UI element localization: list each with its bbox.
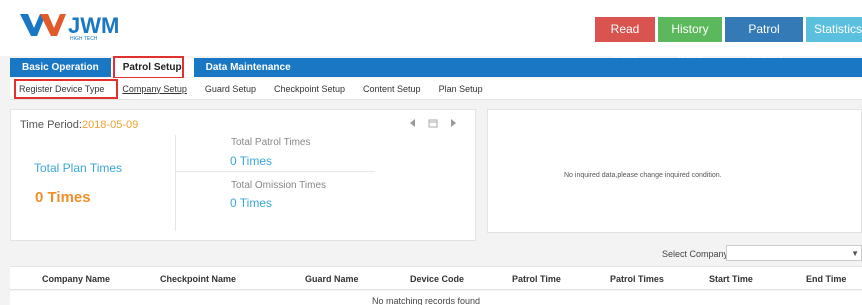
- subtab-content-setup[interactable]: Content Setup: [354, 84, 430, 94]
- col-guard-name[interactable]: Guard Name: [305, 274, 359, 284]
- select-company-label: Select Company: [662, 249, 729, 259]
- patrol-report-button[interactable]: Patrol Report: [725, 17, 803, 61]
- plan-times-value: 0 Times: [35, 189, 91, 206]
- horizontal-divider: [175, 171, 375, 172]
- tab-basic-operation[interactable]: Basic Operation: [10, 58, 111, 77]
- highlight-box-subtab: [14, 79, 118, 99]
- company-select[interactable]: ▼: [726, 245, 862, 261]
- jwm-logo: JWM HIGH TECH: [20, 13, 118, 42]
- omission-times-title: Total Omission Times: [231, 180, 327, 191]
- subtab-checkpoint-setup[interactable]: Checkpoint Setup: [265, 84, 354, 94]
- tab-data-maintenance[interactable]: Data Maintenance: [194, 58, 303, 77]
- col-company-name[interactable]: Company Name: [42, 274, 110, 284]
- summary-panel: Time Period:2018-05-09 Total Plan Times …: [10, 109, 476, 241]
- date-navigator: [407, 117, 459, 129]
- vertical-divider: [175, 135, 176, 231]
- col-patrol-time[interactable]: Patrol Time: [512, 274, 561, 284]
- time-period-date: 2018-05-09: [81, 119, 139, 131]
- time-period: Time Period:2018-05-09: [20, 119, 138, 131]
- brand-name: JWM: [68, 13, 118, 38]
- header: JWM HIGH TECH Read Data History Data Pat…: [0, 0, 862, 61]
- time-period-label: Time Period:: [20, 119, 82, 131]
- statistics-button[interactable]: Statistics: [806, 17, 862, 42]
- subtab-company-setup[interactable]: Company Setup: [113, 84, 196, 94]
- chevron-down-icon: ▼: [851, 249, 859, 258]
- col-device-code[interactable]: Device Code: [410, 274, 464, 284]
- read-data-button[interactable]: Read Data: [595, 17, 655, 61]
- empty-table-message: No matching records found: [372, 296, 481, 305]
- subtab-guard-setup[interactable]: Guard Setup: [196, 84, 265, 94]
- top-button-group: Read Data History Data Patrol Report Sta…: [595, 17, 862, 61]
- no-data-message: No inquired data,please change inquired …: [564, 172, 722, 179]
- col-start-time[interactable]: Start Time: [709, 274, 753, 284]
- patrol-times-title: Total Patrol Times: [231, 137, 311, 148]
- col-checkpoint-name[interactable]: Checkpoint Name: [160, 274, 236, 284]
- calendar-icon[interactable]: [427, 117, 439, 129]
- subtab-plan-setup[interactable]: Plan Setup: [430, 84, 492, 94]
- omission-times-value: 0 Times: [230, 196, 273, 210]
- plan-times-title: Total Plan Times: [34, 161, 123, 175]
- history-data-button[interactable]: History Data: [658, 17, 722, 61]
- chart-panel: No inquired data,please change inquired …: [487, 109, 862, 233]
- prev-arrow-icon[interactable]: [407, 117, 419, 129]
- col-patrol-times[interactable]: Patrol Times: [610, 274, 664, 284]
- highlight-box-tab: [113, 56, 184, 79]
- table-body: No matching records found: [10, 291, 862, 305]
- next-arrow-icon[interactable]: [447, 117, 459, 129]
- patrol-times-value: 0 Times: [230, 154, 273, 168]
- brand-tagline: HIGH TECH: [70, 36, 98, 42]
- table-header: Company Name Checkpoint Name Guard Name …: [10, 266, 862, 290]
- sub-tab-bar: Register Device Type Company Setup Guard…: [10, 78, 862, 100]
- col-end-time[interactable]: End Time: [806, 274, 846, 284]
